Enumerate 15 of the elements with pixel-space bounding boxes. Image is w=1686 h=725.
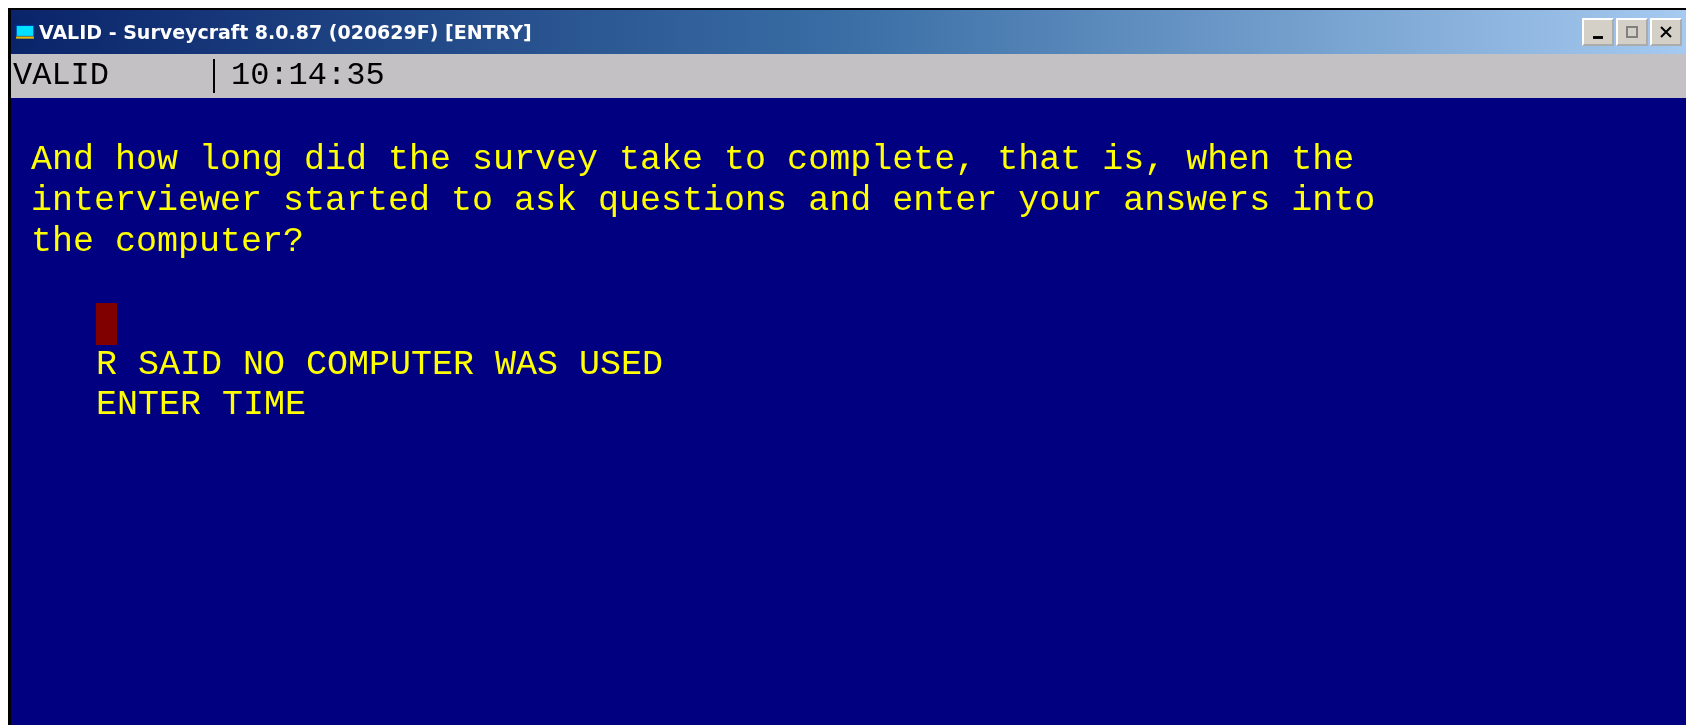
- question-text: interviewer started to ask questions and enter your answers into: [31, 181, 1377, 222]
- close-icon: [1659, 26, 1673, 38]
- window-title: VALID - Surveycraft 8.0.87 (020629F) [ENTRY]: [39, 21, 532, 43]
- question-text: the computer?: [31, 222, 306, 263]
- maximize-button[interactable]: [1616, 18, 1648, 46]
- answer-option: R SAID NO COMPUTER WAS USED: [96, 345, 1686, 385]
- monitor-icon: [15, 24, 35, 40]
- close-button[interactable]: [1650, 18, 1682, 46]
- minimize-button[interactable]: [1582, 18, 1614, 46]
- mode-label: VALID: [11, 59, 215, 93]
- clock-time: 10:14:35: [230, 59, 385, 93]
- question-text: And how long did the survey take to complete, that is, when the: [31, 140, 1356, 181]
- answer-option: ENTER TIME: [96, 385, 1686, 425]
- maximize-icon: [1625, 26, 1639, 38]
- minimize-icon: [1593, 35, 1603, 39]
